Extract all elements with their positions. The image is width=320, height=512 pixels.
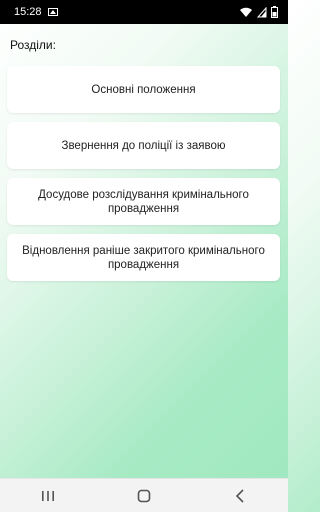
- menu-item-label: Звернення до поліції із заявою: [61, 139, 226, 152]
- status-left: 15:28: [14, 6, 58, 18]
- sections-menu: Основні положення Звернення до поліції і…: [7, 66, 280, 281]
- sections-header: Розділи:: [10, 38, 56, 52]
- navigation-bar: [0, 478, 288, 512]
- menu-item-pretrial-investigation[interactable]: Досудове розслідування кримінального про…: [7, 178, 280, 225]
- home-icon[interactable]: [124, 484, 164, 508]
- menu-item-label: Основні положення: [91, 83, 196, 96]
- menu-item-police-appeal[interactable]: Звернення до поліції із заявою: [7, 122, 280, 169]
- menu-item-basic-provisions[interactable]: Основні положення: [7, 66, 280, 113]
- gallery-icon: [47, 8, 58, 16]
- wifi-icon: [239, 7, 253, 18]
- back-icon[interactable]: [220, 484, 260, 508]
- battery-icon: [271, 6, 278, 18]
- status-bar: 15:28: [0, 0, 288, 24]
- menu-item-label: Відновлення раніше закритого кримінально…: [22, 244, 265, 271]
- status-right: [239, 6, 278, 18]
- signal-icon: [257, 6, 267, 18]
- menu-item-label: Досудове розслідування кримінального про…: [38, 188, 249, 215]
- recent-apps-icon[interactable]: [28, 484, 68, 508]
- status-time: 15:28: [14, 6, 42, 18]
- menu-item-reopening-proceedings[interactable]: Відновлення раніше закритого кримінально…: [7, 234, 280, 281]
